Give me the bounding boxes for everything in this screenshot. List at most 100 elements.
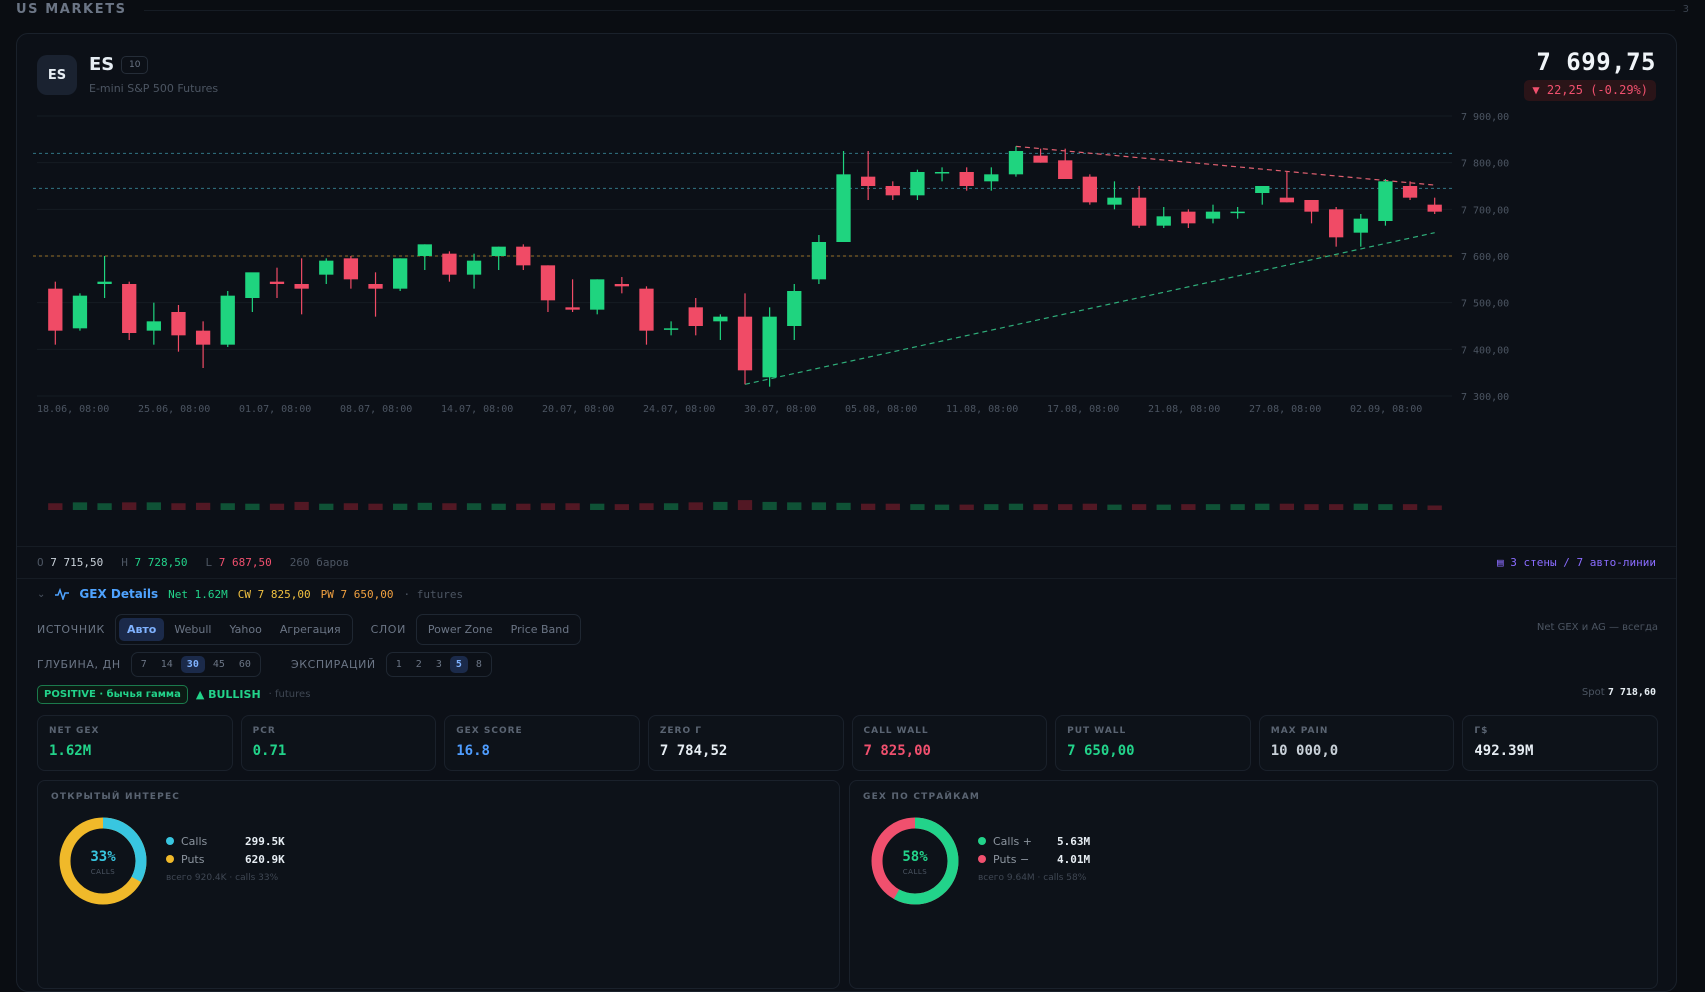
ohlc-bar: O 7 715,50 H 7 728,50 L 7 687,50 260 бар… bbox=[17, 546, 1676, 579]
source-yahoo[interactable]: Yahoo bbox=[221, 618, 269, 641]
gex-header[interactable]: ⌄ GEX Details Net 1.62M CW 7 825,00 PW 7… bbox=[37, 587, 463, 601]
puts-value: 4.01M bbox=[1057, 852, 1091, 866]
calls-value: 299.5K bbox=[245, 834, 285, 848]
candle-body bbox=[984, 174, 999, 182]
candle-body bbox=[245, 272, 260, 298]
source-row: ИСТОЧНИК Авто Webull Yahoo Агрегация СЛО… bbox=[37, 613, 1658, 645]
exp-3[interactable]: 3 bbox=[430, 656, 448, 673]
high-value: 7 728,50 bbox=[134, 556, 188, 569]
metric-value: 492.39M bbox=[1474, 743, 1534, 759]
candle-body bbox=[959, 172, 974, 186]
metrics-row: NET GEX 1.62M PCR 0.71 GEX SCORE 16.8 ZERO … bbox=[37, 715, 1658, 771]
metric-value: 1.62M bbox=[49, 743, 92, 759]
candle-body bbox=[269, 281, 285, 284]
candle-body bbox=[1329, 209, 1344, 238]
metric-gamma-dollars: Γ$ 492.39M bbox=[1462, 715, 1658, 771]
source-aggregation[interactable]: Агрегация bbox=[272, 618, 349, 641]
panel-title: ОТКРЫТЫЙ ИНТЕРЕС bbox=[51, 792, 181, 802]
candle-body bbox=[171, 312, 186, 336]
walls-toggle[interactable]: ▤ 3 стены / 7 авто-линии bbox=[1497, 556, 1656, 569]
depth-row: ГЛУБИНА, ДН 7 14 30 45 60 ЭКСПИРАЦИЙ 1 2… bbox=[37, 651, 492, 677]
exp-1[interactable]: 1 bbox=[390, 656, 408, 673]
y-tick-label: 7 700,00 bbox=[1461, 205, 1509, 216]
candle-body bbox=[713, 316, 728, 322]
candle-body bbox=[195, 330, 211, 345]
y-tick-label: 7 400,00 bbox=[1461, 345, 1509, 356]
puts-dot bbox=[166, 855, 174, 863]
x-tick-label: 14.07, 08:00 bbox=[441, 404, 513, 415]
volume-bar bbox=[590, 503, 605, 510]
candle-body bbox=[1082, 176, 1097, 203]
volume-bar bbox=[48, 503, 63, 510]
chevron-down-icon[interactable]: ⌄ bbox=[37, 589, 45, 600]
candle-body bbox=[688, 307, 703, 326]
candle-body bbox=[1008, 151, 1024, 175]
x-tick-label: 01.07, 08:00 bbox=[239, 404, 311, 415]
section-title: US MARKETS bbox=[16, 2, 127, 17]
candle-body bbox=[220, 295, 235, 345]
source-auto[interactable]: Авто bbox=[118, 617, 165, 641]
layer-power-zone[interactable]: Power Zone bbox=[420, 618, 501, 641]
candle-body bbox=[442, 253, 457, 275]
source-webull[interactable]: Webull bbox=[166, 618, 219, 641]
divider bbox=[144, 10, 1675, 11]
candle-body bbox=[1181, 211, 1196, 224]
metric-zero-gamma: ZERO Γ 7 784,52 bbox=[647, 715, 844, 771]
volume-bar bbox=[861, 503, 876, 510]
x-tick-label: 30.07, 08:00 bbox=[744, 404, 816, 415]
candle-body bbox=[1230, 211, 1245, 214]
volume-bar bbox=[220, 503, 235, 510]
activity-icon bbox=[55, 588, 70, 600]
volume-bar bbox=[343, 503, 359, 510]
layer-price-band[interactable]: Price Band bbox=[503, 618, 578, 641]
volume-bar bbox=[1402, 504, 1418, 510]
metric-put-wall: PUT WALL 7 650,00 bbox=[1055, 715, 1251, 771]
candle-body bbox=[97, 281, 112, 284]
depth-30[interactable]: 30 bbox=[180, 655, 205, 673]
volume-bar bbox=[195, 502, 211, 510]
x-tick-label: 02.09, 08:00 bbox=[1350, 404, 1422, 415]
volume-bar bbox=[811, 502, 827, 510]
regime-badges: POSITIVE · бычья гамма ▲ BULLISH · futur… bbox=[37, 683, 310, 705]
candle-body bbox=[72, 295, 88, 329]
low-label: L bbox=[205, 556, 213, 569]
candle-body bbox=[1058, 160, 1073, 179]
volume-bar bbox=[1279, 503, 1295, 510]
candlestick-chart[interactable]: 7 900,00 7 800,00 7 700,00 7 600,00 7 500,00… bbox=[17, 34, 1677, 546]
volume-bar bbox=[1255, 503, 1270, 510]
depth-45[interactable]: 45 bbox=[207, 656, 231, 673]
legend-calls: Calls 299.5K bbox=[166, 832, 326, 850]
candle-body bbox=[1131, 197, 1147, 226]
exp-8[interactable]: 8 bbox=[470, 656, 488, 673]
volume-bar bbox=[1427, 505, 1442, 510]
metric-gex-score: GEX SCORE 16.8 bbox=[444, 715, 640, 771]
depth-60[interactable]: 60 bbox=[233, 656, 257, 673]
candle-body bbox=[516, 246, 531, 266]
candle-body bbox=[319, 260, 334, 275]
candle-body bbox=[614, 284, 629, 287]
legend-puts: Puts − 4.01M bbox=[978, 850, 1138, 868]
volume-bar bbox=[910, 504, 925, 510]
gex-title[interactable]: GEX Details bbox=[79, 587, 158, 601]
candle-body bbox=[565, 307, 580, 310]
exp-5[interactable]: 5 bbox=[449, 655, 468, 673]
depth-14[interactable]: 14 bbox=[155, 656, 179, 673]
volume-bar bbox=[762, 501, 777, 510]
calls-dot bbox=[978, 837, 986, 845]
depth-selector: 7 14 30 45 60 bbox=[130, 651, 261, 677]
volume-bar bbox=[269, 503, 285, 510]
y-tick-label: 7 900,00 bbox=[1461, 112, 1509, 123]
candle-body bbox=[934, 172, 950, 174]
volume-bar bbox=[368, 503, 383, 510]
volume-bar bbox=[1131, 504, 1147, 510]
x-tick-label: 27.08, 08:00 bbox=[1249, 404, 1321, 415]
source-label: ИСТОЧНИК bbox=[37, 622, 105, 636]
candle-body bbox=[787, 291, 802, 326]
support-trendline bbox=[744, 232, 1435, 385]
volume-bar bbox=[639, 503, 654, 510]
depth-7[interactable]: 7 bbox=[135, 656, 153, 673]
strikes-note: всего 9.64M · calls 58% bbox=[978, 873, 1087, 883]
volume-bar bbox=[565, 503, 580, 510]
candle-body bbox=[122, 284, 137, 333]
exp-2[interactable]: 2 bbox=[410, 656, 428, 673]
